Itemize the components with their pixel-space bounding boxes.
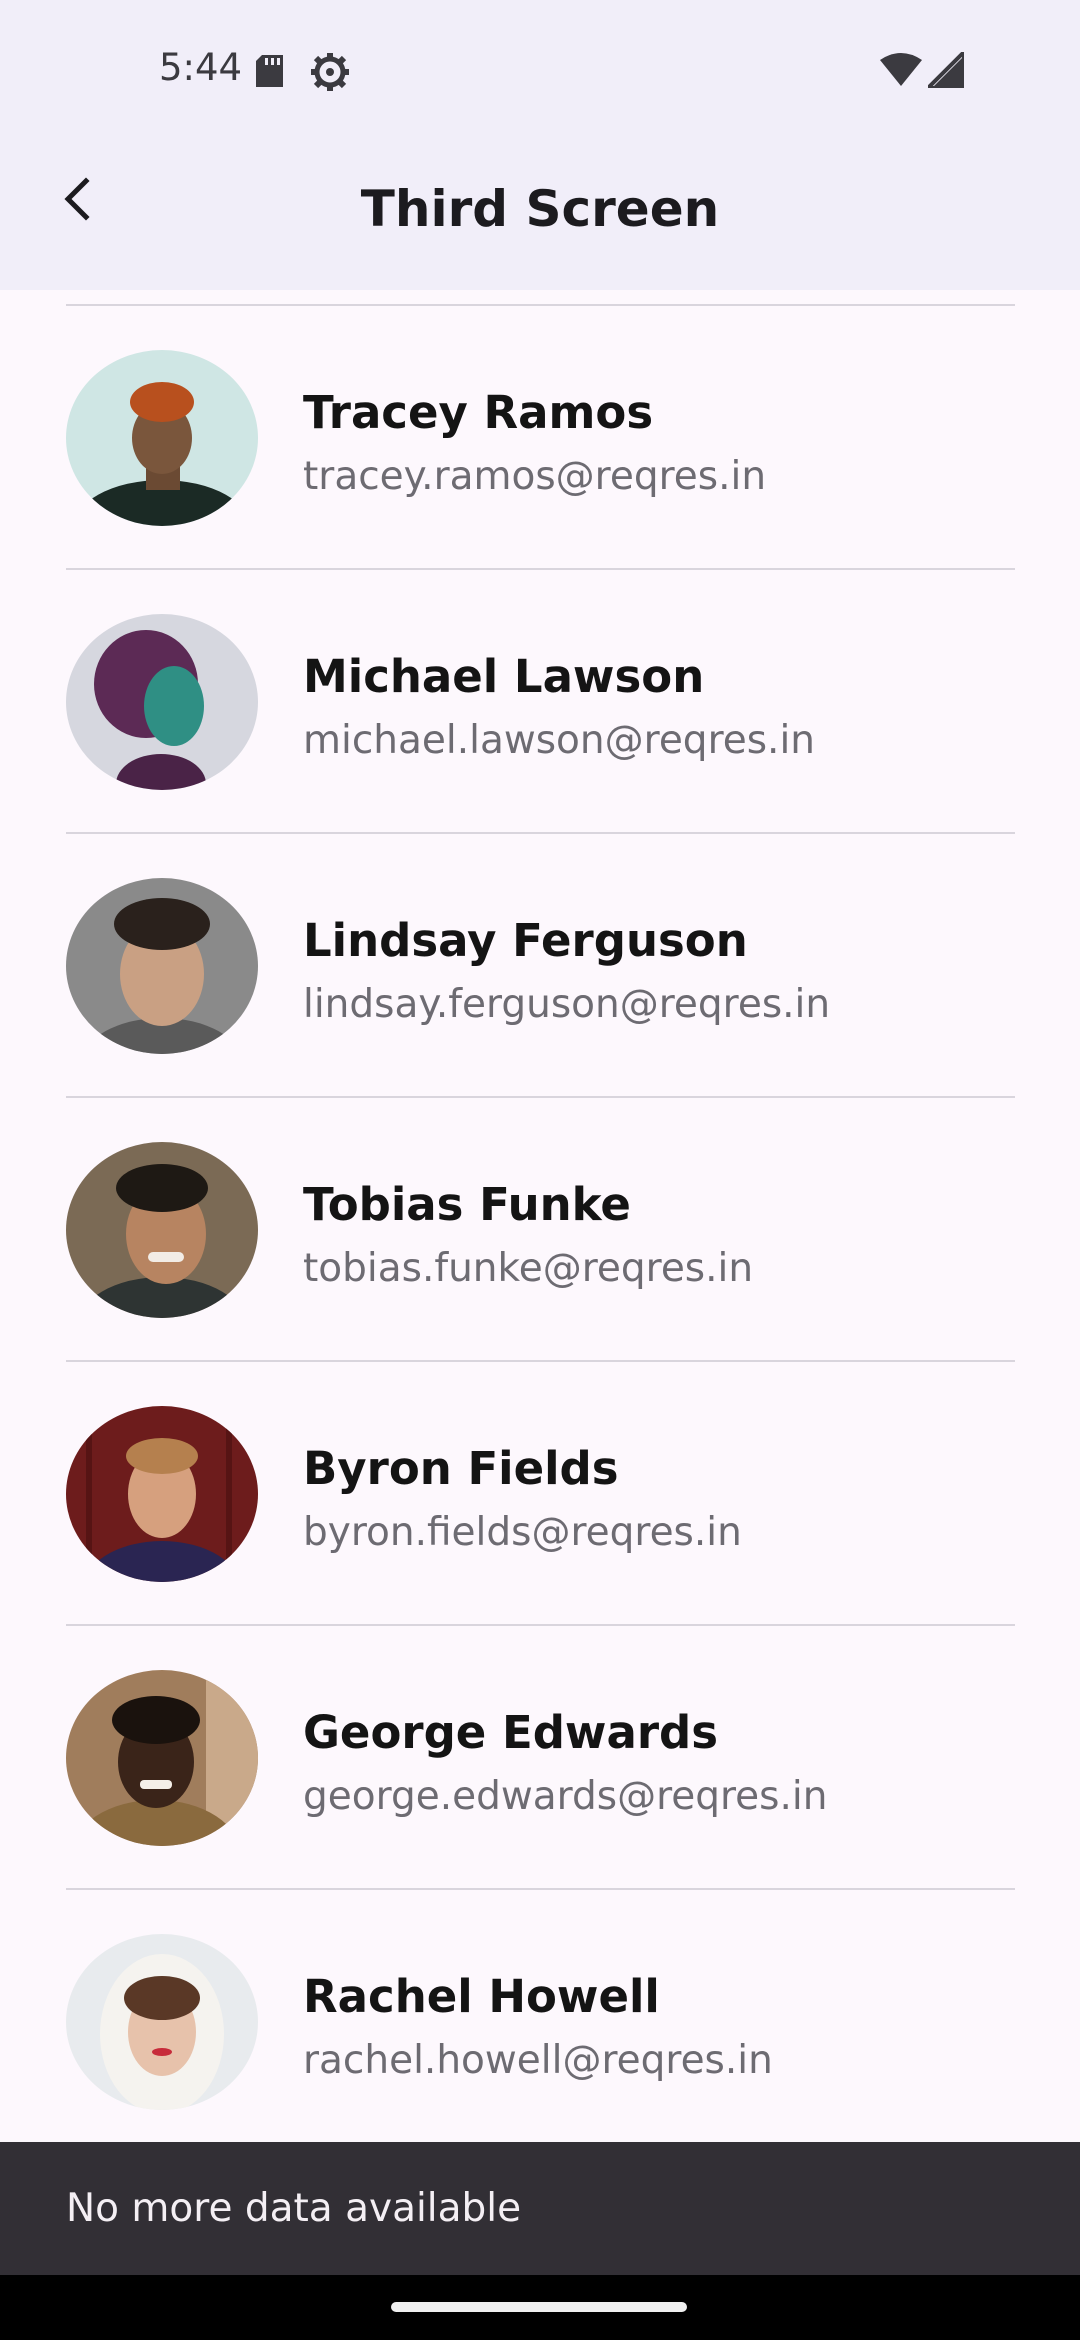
list-item[interactable]: Lindsay Ferguson lindsay.ferguson@reqres…: [0, 834, 1080, 1096]
user-email: lindsay.ferguson@reqres.in: [303, 982, 831, 1027]
navigation-bar: [0, 2275, 1080, 2340]
snackbar: No more data available: [0, 2142, 1080, 2275]
list-item[interactable]: Rachel Howell rachel.howell@reqres.in: [0, 1890, 1080, 2142]
user-name: Rachel Howell: [303, 1970, 660, 2023]
list-item[interactable]: Byron Fields byron.fields@reqres.in: [0, 1362, 1080, 1624]
user-email: rachel.howell@reqres.in: [303, 2038, 773, 2083]
avatar: [66, 350, 258, 526]
list-item[interactable]: Tobias Funke tobias.funke@reqres.in: [0, 1098, 1080, 1360]
user-email: michael.lawson@reqres.in: [303, 718, 816, 763]
user-email: george.edwards@reqres.in: [303, 1774, 828, 1819]
user-name: George Edwards: [303, 1706, 719, 1759]
user-email: byron.fields@reqres.in: [303, 1510, 742, 1555]
list-item[interactable]: Michael Lawson michael.lawson@reqres.in: [0, 570, 1080, 832]
sd-card-icon: [256, 55, 283, 87]
avatar-image: [66, 350, 258, 526]
user-name: Lindsay Ferguson: [303, 914, 748, 967]
user-name: Tracey Ramos: [303, 386, 654, 439]
user-list[interactable]: Tracey Ramos tracey.ramos@reqres.in Mich…: [0, 290, 1080, 2142]
user-name: Tobias Funke: [303, 1178, 631, 1231]
user-name: Byron Fields: [303, 1442, 619, 1495]
cellular-signal-icon: [928, 52, 964, 88]
avatar: [66, 1670, 258, 1846]
user-name: Michael Lawson: [303, 650, 705, 703]
avatar-image: [66, 1670, 258, 1846]
avatar: [66, 1406, 258, 1582]
status-bar: 5:44: [0, 0, 1080, 145]
page-title: Third Screen: [360, 180, 720, 238]
avatar: [66, 1934, 258, 2110]
avatar-image: [66, 614, 258, 790]
gear-icon: [311, 53, 349, 91]
wifi-icon: [880, 53, 922, 86]
avatar: [66, 878, 258, 1054]
status-time: 5:44: [159, 46, 243, 89]
avatar-image: [66, 878, 258, 1054]
avatar-image: [66, 1934, 258, 2110]
avatar: [66, 1142, 258, 1318]
user-email: tracey.ramos@reqres.in: [303, 454, 767, 499]
avatar-image: [66, 1406, 258, 1582]
snackbar-message: No more data available: [66, 2186, 522, 2231]
avatar-image: [66, 1142, 258, 1318]
list-item[interactable]: George Edwards george.edwards@reqres.in: [0, 1626, 1080, 1888]
home-indicator[interactable]: [391, 2302, 687, 2312]
user-email: tobias.funke@reqres.in: [303, 1246, 754, 1291]
list-item[interactable]: Tracey Ramos tracey.ramos@reqres.in: [0, 306, 1080, 568]
avatar: [66, 614, 258, 790]
